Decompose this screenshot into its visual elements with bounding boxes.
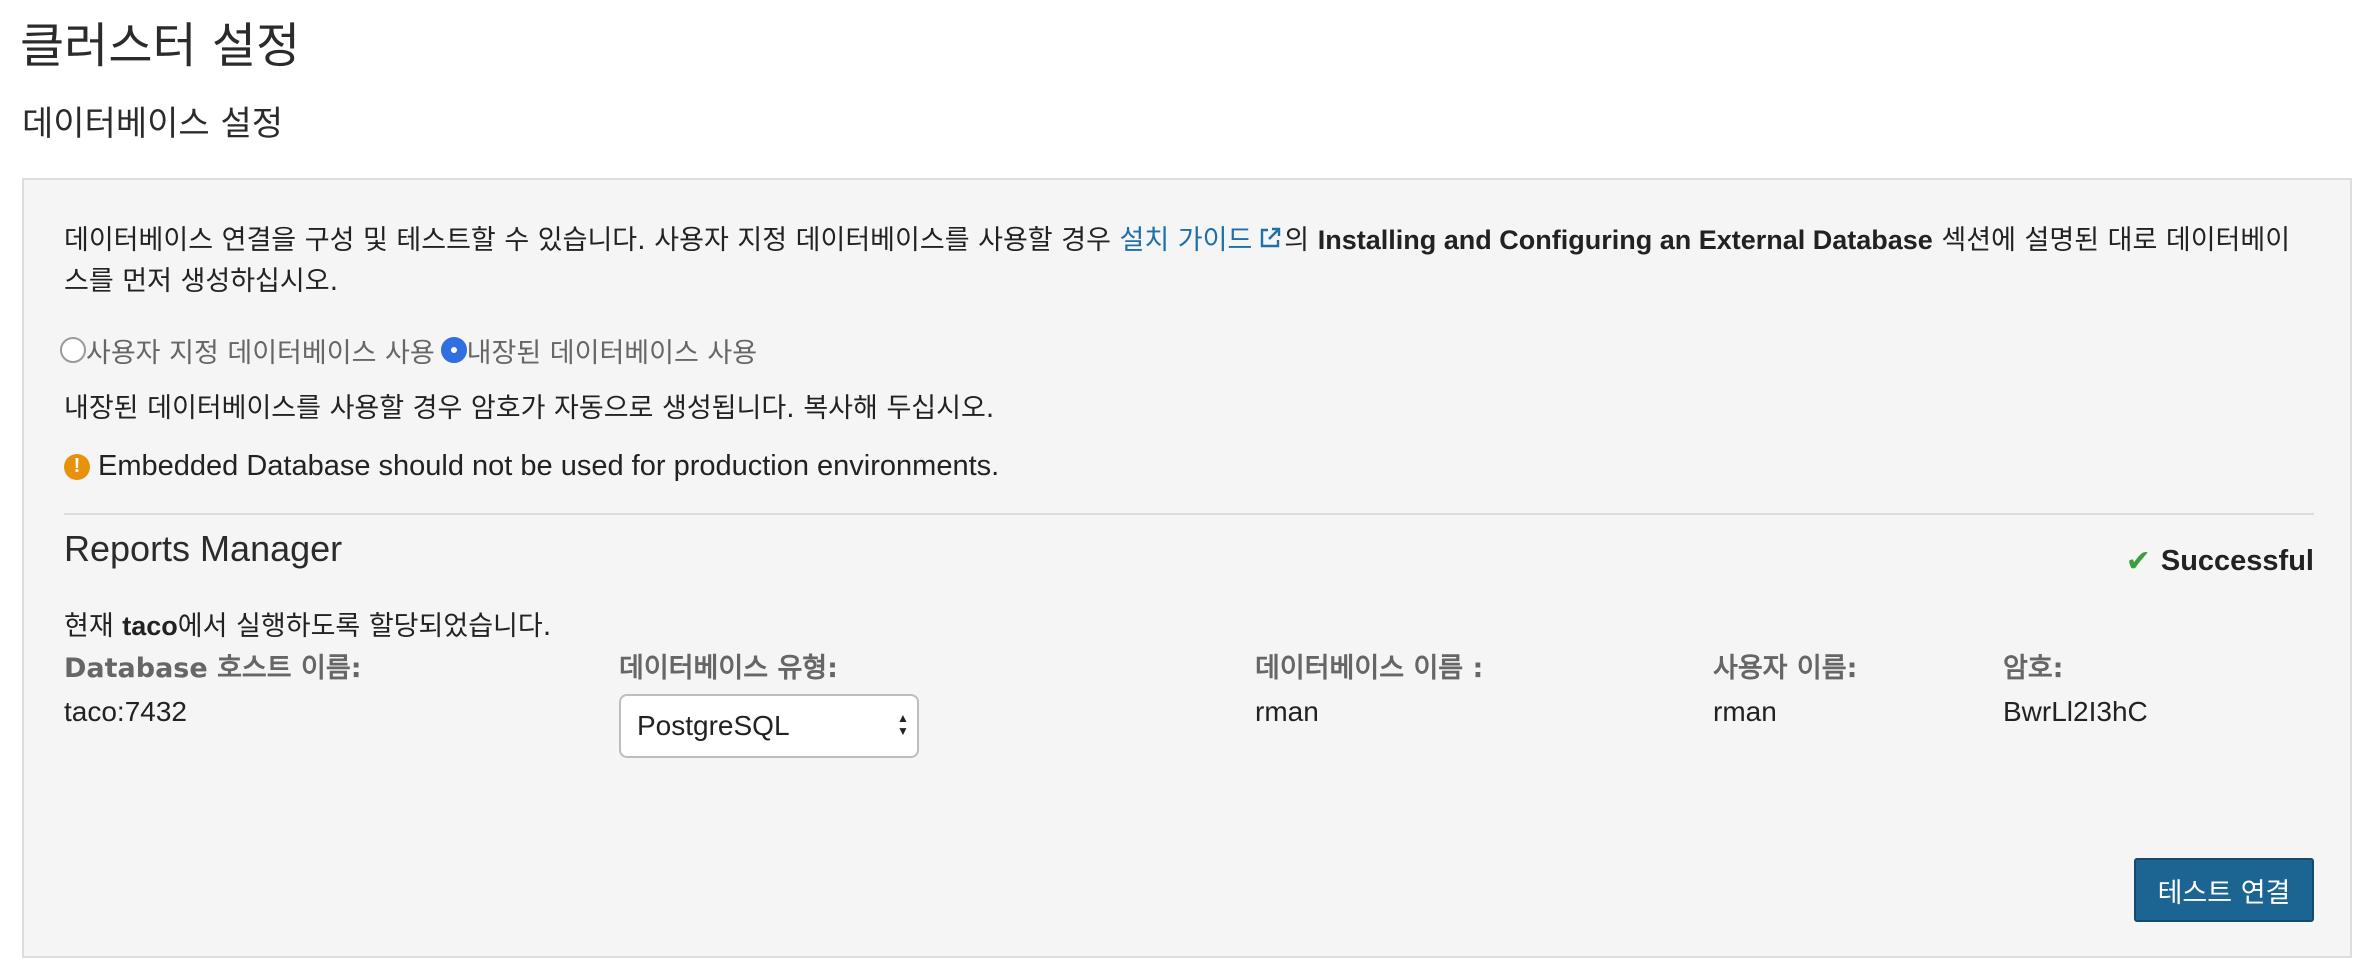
- section-title: 데이터베이스 설정: [22, 104, 284, 144]
- db-type-selected-value: PostgreSQL: [637, 710, 790, 741]
- username-label: 사용자 이름:: [1713, 653, 1858, 684]
- radio-custom-database[interactable]: [60, 337, 86, 363]
- assigned-prefix: 현재: [64, 611, 123, 642]
- radio-custom-database-label[interactable]: 사용자 지정 데이터베이스 사용: [86, 331, 435, 370]
- password-value: BwrLl2I3hC: [2003, 696, 2148, 727]
- db-name-value: rman: [1255, 696, 1319, 727]
- radio-embedded-database[interactable]: [440, 337, 467, 363]
- password-label: 암호:: [2003, 653, 2064, 684]
- username-value: rman: [1713, 696, 1777, 727]
- intro-bold-section: Installing and Configuring an External D…: [1317, 225, 1933, 255]
- embedded-warning: ! Embedded Database should not be used f…: [64, 450, 999, 483]
- database-type-radio-group: 사용자 지정 데이터베이스 사용 내장된 데이터베이스 사용: [60, 330, 763, 370]
- check-icon: ✔: [2125, 544, 2151, 579]
- external-link-icon: [1258, 222, 1282, 262]
- database-setup-panel: 데이터베이스 연결을 구성 및 테스트할 수 있습니다. 사용자 지정 데이터베…: [22, 178, 2352, 958]
- test-connection-button[interactable]: 테스트 연결: [2134, 858, 2314, 922]
- host-value: taco:7432: [64, 696, 187, 727]
- status-text: Successful: [2160, 545, 2314, 577]
- divider: [64, 513, 2314, 515]
- updown-arrows-icon: ▲ ▼: [897, 711, 909, 738]
- exclamation-circle-icon: !: [64, 453, 90, 480]
- assigned-suffix: 에서 실행하도록 할당되었습니다.: [177, 611, 552, 642]
- assigned-host-text: 현재 taco에서 실행하도록 할당되었습니다.: [64, 604, 551, 643]
- intro-particle: 의: [1284, 225, 1318, 256]
- host-label: Database 호스트 이름:: [64, 653, 362, 684]
- reports-manager-title: Reports Manager: [64, 528, 343, 569]
- page-title: 클러스터 설정: [20, 18, 301, 74]
- install-guide-link-label: 설치 가이드: [1119, 225, 1253, 256]
- db-type-label: 데이터베이스 유형:: [619, 653, 838, 684]
- assigned-host: taco: [122, 611, 178, 641]
- radio-embedded-database-label[interactable]: 내장된 데이터베이스 사용: [467, 331, 757, 370]
- warning-text: Embedded Database should not be used for…: [98, 450, 1000, 482]
- intro-text: 데이터베이스 연결을 구성 및 테스트할 수 있습니다. 사용자 지정 데이터베…: [64, 220, 2314, 302]
- db-name-label: 데이터베이스 이름 :: [1255, 653, 1484, 684]
- db-type-select[interactable]: PostgreSQL ▲ ▼: [619, 694, 919, 758]
- connection-status: ✔ Successful: [2126, 544, 2314, 579]
- install-guide-link[interactable]: 설치 가이드: [1120, 225, 1285, 256]
- intro-before-link: 데이터베이스 연결을 구성 및 테스트할 수 있습니다. 사용자 지정 데이터베…: [64, 225, 1120, 256]
- auto-password-note: 내장된 데이터베이스를 사용할 경우 암호가 자동으로 생성됩니다. 복사해 두…: [64, 393, 995, 424]
